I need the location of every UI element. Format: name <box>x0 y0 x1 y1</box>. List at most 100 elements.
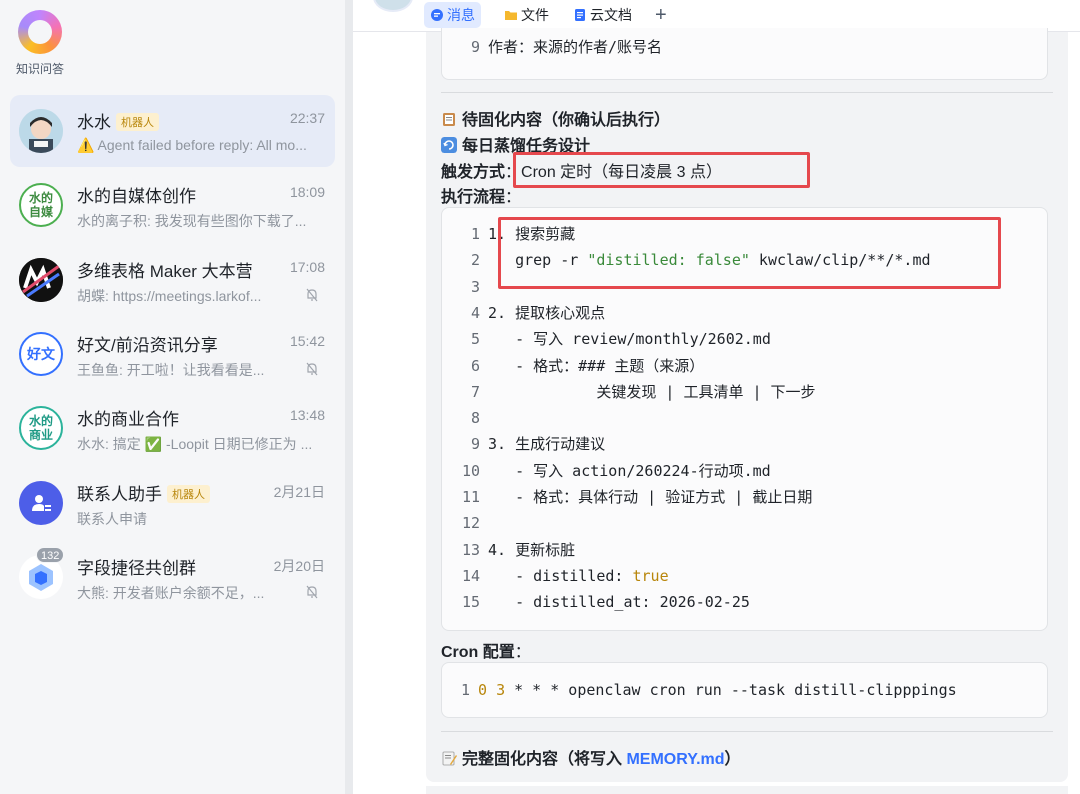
tab-label: 文件 <box>521 7 549 23</box>
code-block-source: 9 作者：来源的作者/账号名 <box>441 28 1048 80</box>
memory-md-link[interactable]: MEMORY.md <box>626 751 724 768</box>
code-text: - 写入 action/260224-行动项.md <box>488 461 771 480</box>
avatar <box>19 481 63 525</box>
avatar: 水的 商业 <box>19 406 63 450</box>
chat-name: 水水 <box>77 113 111 132</box>
code-text: 关键发现 | 工具清单 | 下一步 <box>488 382 816 401</box>
chat-item-shuishui[interactable]: 水水 机器人 22:37 ⚠️ Agent failed before reply… <box>10 95 335 167</box>
bot-tag: 机器人 <box>116 113 159 131</box>
code-number: 0 <box>478 681 488 699</box>
maker-logo-icon <box>19 258 63 302</box>
chat-name: 多维表格 Maker 大本营 <box>77 262 253 281</box>
line-number: 1 <box>460 681 470 699</box>
code-line: 10 3 * * * openclaw cron run --task dist… <box>442 677 957 703</box>
avatar: 水的 自媒 <box>19 183 63 227</box>
chat-time: 22:37 <box>289 110 325 126</box>
code-line: 15 - distilled_at: 2026-02-25 <box>442 589 750 615</box>
tab-cloud-docs[interactable]: 云文档 <box>567 2 638 28</box>
highlight-box-trigger <box>513 152 810 188</box>
chat-item-business[interactable]: 水的 商业 水的商业合作 13:48 水水: 搞定 ✅ -Loopit 日期已修… <box>10 392 335 464</box>
code-text: 作者：来源的作者/账号名 <box>488 38 663 56</box>
line-number: 4 <box>470 303 480 322</box>
chat-time: 17:08 <box>289 259 325 275</box>
chat-main-panel: 消息 文件 云文档 + 9 作者：来源的作者/账号名 待固化内容（你确认后执行） … <box>353 0 1080 794</box>
avatar: 好文 <box>19 332 63 376</box>
code-line: 6 - 格式：### 主题（来源） <box>442 353 704 379</box>
chat-time: 2月20日 <box>273 558 325 574</box>
doc-icon <box>575 9 585 21</box>
tab-files[interactable]: 文件 <box>498 2 555 28</box>
line-number: 11 <box>461 488 480 506</box>
add-tab-button[interactable]: + <box>655 3 667 27</box>
tab-messages[interactable]: 消息 <box>424 2 481 28</box>
code-text: - 格式：具体行动 | 验证方式 | 截止日期 <box>488 488 813 506</box>
chat-item-self-media[interactable]: 水的 自媒 水的自媒体创作 18:09 水的离子积: 我发现有些图你下载了... <box>10 169 335 241</box>
code-line: 8 <box>442 405 488 431</box>
trigger-label: 触发方式 <box>441 164 506 181</box>
knowledge-qa-app[interactable]: 知识问答 <box>0 10 80 77</box>
muted-bell-icon <box>306 585 318 599</box>
chat-time: 15:42 <box>289 333 325 349</box>
chat-item-bitable-maker[interactable]: 多维表格 Maker 大本营 17:08 胡蝶: https://meeting… <box>10 244 335 316</box>
code-text: 4. 更新标脏 <box>488 540 576 559</box>
chat-preview: 联系人申请 <box>77 511 147 527</box>
code-text: - 格式：### 主题（来源） <box>488 356 705 375</box>
cron-row: Cron 配置： <box>441 644 531 661</box>
code-line: 4 2. 提取核心观点 <box>442 300 605 326</box>
line-number: 6 <box>470 356 480 375</box>
chat-name: 水的商业合作 <box>77 410 179 429</box>
muted-bell-icon <box>306 362 318 376</box>
line-number: 13 <box>461 540 480 559</box>
pane-divider[interactable] <box>345 0 353 794</box>
full-content-title: 完整固化内容（将写入 MEMORY.md） <box>441 745 741 769</box>
code-text: - distilled_at: 2026-02-25 <box>488 593 750 612</box>
code-line: 5 - 写入 review/monthly/2602.md <box>442 326 771 352</box>
code-line: 11 - 格式：具体行动 | 验证方式 | 截止日期 <box>442 484 812 510</box>
code-line: 12 <box>442 510 488 536</box>
line-number: 1 <box>470 225 480 243</box>
contact-person-icon <box>32 495 51 511</box>
code-line: 9 3. 生成行动建议 <box>442 431 605 457</box>
chat-name: 联系人助手 <box>77 485 162 504</box>
unread-badge: 132 <box>36 547 65 563</box>
knowledge-qa-label: 知识问答 <box>15 62 64 76</box>
line-number: 14 <box>461 566 480 585</box>
code-text: - distilled: <box>488 566 633 585</box>
code-line: 3 <box>442 274 488 300</box>
line-number: 9 <box>470 38 480 56</box>
chat-item-contacts-assistant[interactable]: 联系人助手 机器人 2月21日 联系人申请 <box>10 467 335 539</box>
chat-header-avatar[interactable] <box>373 0 413 12</box>
cartoon-avatar-icon <box>19 109 63 153</box>
chat-name: 好文/前沿资讯分享 <box>77 336 218 355</box>
code-text: * * * openclaw cron run --task distill-c… <box>505 681 957 699</box>
section-divider <box>441 92 1053 93</box>
avatar <box>19 258 63 302</box>
line-number: 12 <box>461 514 480 533</box>
pending-title: 待固化内容（你确认后执行） <box>441 106 670 130</box>
code-block-cron: 10 3 * * * openclaw cron run --task dist… <box>441 662 1048 718</box>
pending-title-text: 待固化内容（你确认后执行） <box>462 112 671 129</box>
chat-preview: 水的离子积: 我发现有些图你下载了... <box>77 213 307 229</box>
folder-icon <box>505 11 517 20</box>
line-number: 9 <box>470 435 480 454</box>
chat-preview: 王鱼鱼: 开工啦！让我看看是... <box>77 362 265 378</box>
code-text: 2. 提取核心观点 <box>488 303 606 322</box>
chat-sidebar: 知识问答 水水 机器人 22:37 ⚠️ Agent failed before … <box>0 0 345 794</box>
line-number: 15 <box>461 593 480 612</box>
cron-label: Cron 配置 <box>441 644 515 661</box>
chat-item-field-shortcut[interactable]: 132 字段捷径共创群 2月20日 大熊: 开发者账户余额不足，... <box>10 541 335 613</box>
line-number: 7 <box>470 382 480 401</box>
chat-time: 13:48 <box>289 407 325 423</box>
chat-item-good-articles[interactable]: 好文 好文/前沿资讯分享 15:42 王鱼鱼: 开工啦！让我看看是... <box>10 318 335 390</box>
chat-time: 2月21日 <box>273 484 325 500</box>
code-line: 9 作者：来源的作者/账号名 <box>442 34 662 60</box>
clipboard-icon <box>443 113 455 126</box>
bot-tag: 机器人 <box>167 485 210 503</box>
code-number: 3 <box>496 681 506 699</box>
code-line: 7 关键发现 | 工具清单 | 下一步 <box>442 379 816 405</box>
line-number: 3 <box>470 277 480 296</box>
line-number: 5 <box>470 330 480 349</box>
message-bubble: 9 作者：来源的作者/账号名 待固化内容（你确认后执行） 每日蒸馏任务设计 触发方… <box>426 28 1068 782</box>
flow-label: 执行流程 <box>441 189 506 206</box>
chat-time: 18:09 <box>289 184 325 200</box>
